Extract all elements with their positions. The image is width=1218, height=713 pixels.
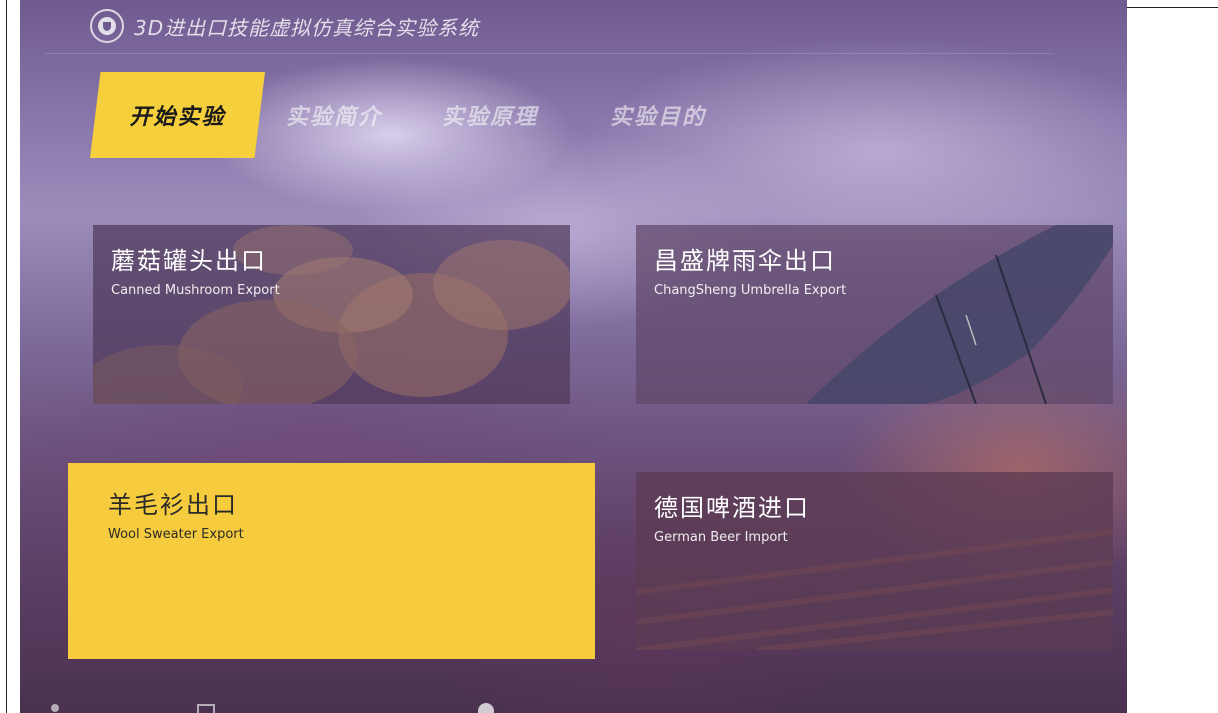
tab-introduction[interactable]: 实验简介 — [286, 72, 406, 158]
tab-objective[interactable]: 实验目的 — [610, 72, 740, 158]
shield-logo-icon — [90, 9, 124, 43]
user-icon[interactable] — [48, 703, 62, 713]
card-wool-sweater[interactable]: 羊毛衫出口 Wool Sweater Export — [68, 463, 595, 659]
tab-principle[interactable]: 实验原理 — [442, 72, 572, 158]
app-window: 3D进出口技能虚拟仿真综合实验系统 开始实验 实验简介 实验原理 实验目的 蘑菇… — [20, 0, 1127, 713]
frame-border-left — [6, 0, 7, 713]
header-divider — [44, 53, 1054, 54]
circle-icon[interactable] — [476, 703, 496, 713]
card-subtitle: German Beer Import — [654, 530, 788, 545]
header: 3D进出口技能虚拟仿真综合实验系统 — [90, 8, 479, 44]
card-subtitle: Wool Sweater Export — [108, 527, 244, 542]
card-subtitle: Canned Mushroom Export — [111, 283, 280, 298]
card-umbrella[interactable]: 昌盛牌雨伞出口 ChangSheng Umbrella Export — [636, 225, 1113, 404]
tab-start-experiment[interactable]: 开始实验 — [90, 72, 265, 158]
frame-border-top — [1127, 7, 1218, 8]
card-german-beer[interactable]: 德国啤酒进口 German Beer Import — [636, 472, 1113, 650]
card-title: 昌盛牌雨伞出口 — [654, 247, 836, 275]
card-title: 德国啤酒进口 — [654, 494, 810, 522]
card-title: 羊毛衫出口 — [108, 491, 238, 519]
bottom-toolbar — [20, 698, 1127, 713]
card-subtitle: ChangSheng Umbrella Export — [654, 283, 847, 298]
card-canned-mushroom[interactable]: 蘑菇罐头出口 Canned Mushroom Export — [93, 225, 570, 404]
card-title: 蘑菇罐头出口 — [111, 247, 267, 275]
document-icon[interactable] — [196, 703, 216, 713]
app-title: 3D进出口技能虚拟仿真综合实验系统 — [134, 15, 480, 40]
